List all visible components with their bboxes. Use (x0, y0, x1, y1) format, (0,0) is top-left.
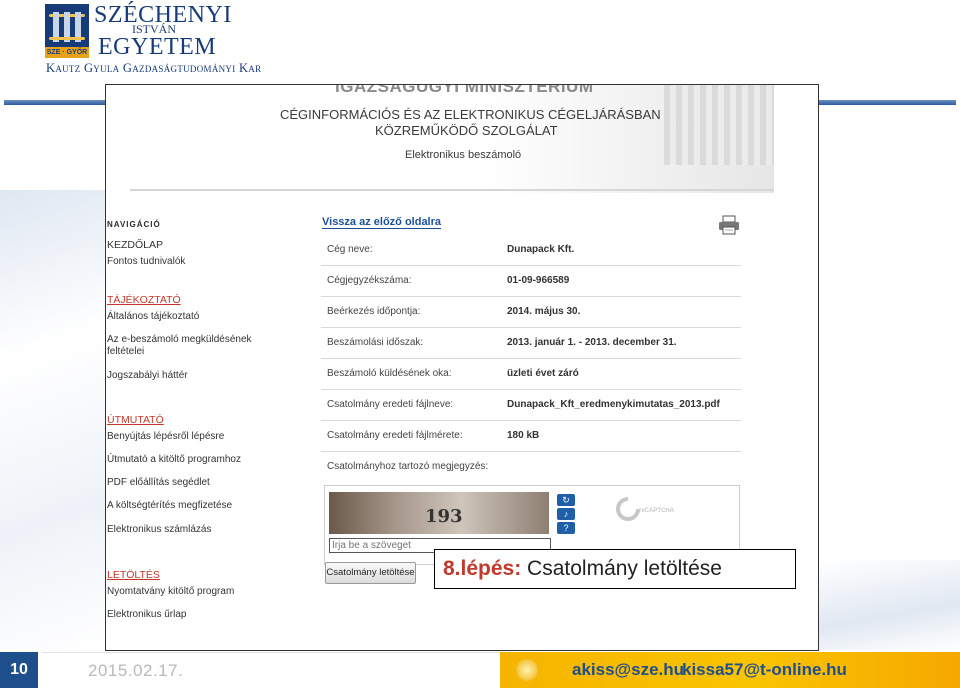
nav-item-ebeszamolo-line1[interactable]: Az e-beszámoló megküldésének (107, 334, 252, 347)
row-value: 180 kB (507, 430, 540, 441)
ministry-title: IGAZSÁGÜGYI MINISZTÉRIUM (335, 84, 594, 96)
row-value: Dunapack Kft. (507, 244, 575, 255)
row-value: 01-09-966589 (507, 275, 570, 286)
step-text: Csatolmány letöltése (521, 557, 722, 580)
download-attachment-button[interactable]: Csatolmány letöltése (325, 562, 416, 584)
nav-item-general-info[interactable]: Általános tájékoztató (107, 311, 199, 324)
row-label: Beszámoló küldésének oka: (327, 368, 452, 379)
nav-section-info[interactable]: TÁJÉKOZTATÓ (107, 294, 181, 306)
logo-caption: SZE · GYŐR (45, 47, 89, 58)
captcha-image: 193 (329, 492, 549, 534)
row-label: Csatolmányhoz tartozó megjegyzés: (327, 461, 489, 472)
row-label: Beszámolási időszak: (327, 337, 424, 348)
step-callout: 8.lépés: Csatolmány letöltése (434, 549, 796, 589)
sun-icon (516, 659, 538, 681)
table-row: Beszámolási időszak: 2013. január 1. - 2… (321, 328, 741, 359)
row-value: 2014. május 30. (507, 306, 581, 317)
banner-divider (130, 189, 774, 191)
building-image (664, 85, 774, 165)
service-title-line1: CÉGINFORMÁCIÓS ÉS AZ ELEKTRONIKUS CÉGELJ… (280, 107, 661, 122)
nav-item-form-guide[interactable]: Útmutató a kitöltő programhoz (107, 454, 241, 467)
nav-item-einvoice[interactable]: Elektronikus számlázás (107, 524, 211, 537)
help-icon[interactable]: ? (557, 522, 575, 534)
row-label: Cégjegyzékszáma: (327, 275, 412, 286)
table-row: Csatolmány eredeti fájlneve: Dunapack_Kf… (321, 390, 741, 421)
table-row: Cég neve: Dunapack Kft. (321, 235, 741, 266)
nav-item-home[interactable]: KEZDŐLAP (107, 239, 163, 252)
nav-item-important-info[interactable]: Fontos tudnivalók (107, 256, 185, 269)
row-value: 2013. január 1. - 2013. december 31. (507, 337, 677, 348)
row-label: Csatolmány eredeti fájlmérete: (327, 430, 463, 441)
background-decoration (0, 190, 105, 650)
audio-icon[interactable]: ♪ (557, 508, 575, 520)
row-label: Beérkezés időpontja: (327, 306, 421, 317)
page-number: 10 (0, 652, 38, 688)
row-value: Dunapack_Kft_eredmenykimutatas_2013.pdf (507, 399, 720, 410)
nav-item-pdf-helper[interactable]: PDF előállítás segédlet (107, 477, 210, 490)
printer-icon[interactable] (718, 215, 740, 235)
site-subtitle: Elektronikus beszámoló (405, 149, 522, 161)
table-row: Csatolmányhoz tartozó megjegyzés: (321, 452, 741, 483)
step-label: 8.lépés: (443, 557, 522, 580)
faculty-name: Kautz Gyula Gazdaságtudományi Kar (46, 61, 262, 75)
nav-title: NAVIGÁCIÓ (107, 220, 161, 229)
footer-date-area: 2015.02.17. (42, 652, 500, 688)
back-link[interactable]: Vissza az előző oldalra (322, 216, 442, 229)
nav-item-fee-payment[interactable]: A költségtérítés megfizetése (107, 500, 232, 513)
contact-email-primary[interactable]: akiss@sze.hu (572, 660, 684, 680)
nav-section-download[interactable]: LETÖLTÉS (107, 569, 160, 581)
university-name-line3: EGYETEM (98, 34, 217, 60)
table-row: Csatolmány eredeti fájlmérete: 180 kB (321, 421, 741, 452)
nav-item-printed-form[interactable]: Nyomtatvány kitöltő program (107, 586, 234, 599)
table-row: Cégjegyzékszáma: 01-09-966589 (321, 266, 741, 297)
recaptcha-logo-text: reCAPTCHA (639, 508, 675, 514)
recaptcha-logo-icon: reCAPTCHA (616, 497, 675, 521)
footer-date: 2015.02.17. (88, 661, 184, 680)
row-label: Csatolmány eredeti fájlneve: (327, 399, 454, 410)
site-banner (130, 85, 774, 193)
row-value: üzleti évet záró (507, 368, 579, 379)
footer-contact-bar: akiss@sze.hu kissa57@t-online.hu (500, 652, 960, 688)
refresh-icon[interactable]: ↻ (557, 494, 575, 506)
university-logo: SZE · GYŐR (45, 4, 89, 58)
nav-section-guide[interactable]: ÚTMUTATÓ (107, 414, 164, 426)
nav-item-ebeszamolo-line2[interactable]: feltételei (107, 346, 144, 359)
contact-email-secondary[interactable]: kissa57@t-online.hu (682, 660, 847, 680)
service-title-line2: KÖZREMŰKÖDŐ SZOLGÁLAT (375, 123, 558, 138)
nav-item-eform[interactable]: Elektronikus űrlap (107, 609, 186, 622)
row-label: Cég neve: (327, 244, 373, 255)
background-decoration (819, 560, 960, 650)
nav-item-legal[interactable]: Jogszabályi háttér (107, 370, 188, 383)
table-row: Beérkezés időpontja: 2014. május 30. (321, 297, 741, 328)
table-row: Beszámoló küldésének oka: üzleti évet zá… (321, 359, 741, 390)
nav-item-submit-steps[interactable]: Benyújtás lépésről lépésre (107, 431, 224, 444)
captcha-number: 193 (425, 506, 463, 527)
